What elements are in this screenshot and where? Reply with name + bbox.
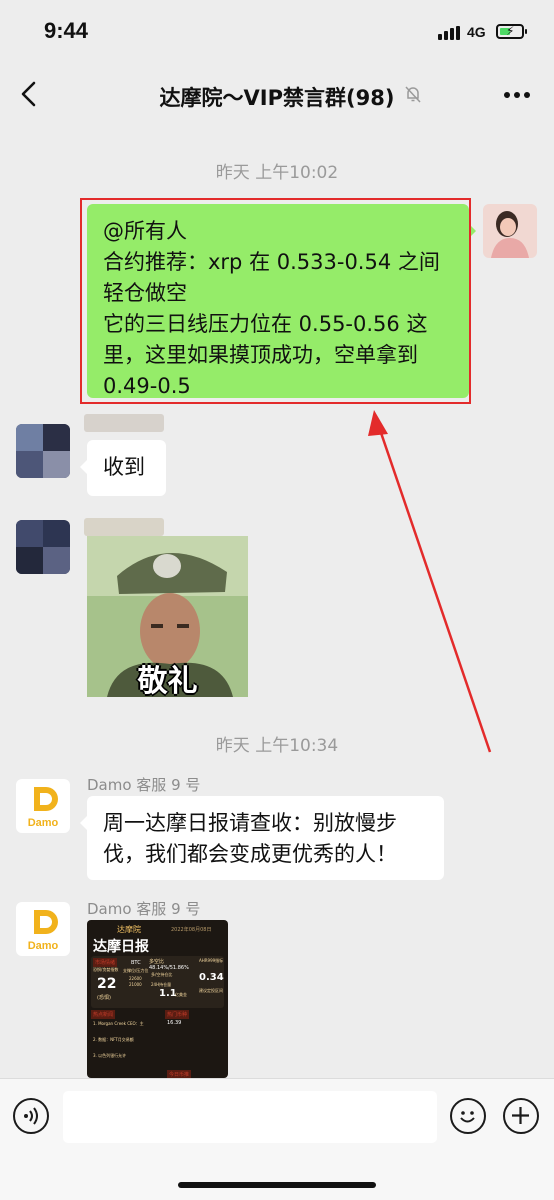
sender-name: Damo 客服 9 号 (87, 776, 201, 794)
reply-bubble[interactable]: 收到 (80, 440, 166, 496)
reply-text: 收到 (103, 455, 145, 479)
home-indicator (178, 1182, 376, 1188)
report-brand: 达摩院 (117, 925, 141, 934)
sticker-caption: 敬礼 (137, 664, 198, 697)
report-date: 2022年08月08日 (171, 927, 212, 933)
red-arrow-annotation (368, 410, 492, 753)
highlight-box (80, 198, 471, 404)
timestamp: 昨天 上午10:02 (215, 163, 339, 183)
network-label: 4G (467, 24, 486, 40)
service-bubble[interactable]: 周一达摩日报请查收：别放慢步 伐，我们都会变成更优秀的人！ (80, 796, 444, 880)
sender-name: Damo 客服 9 号 (87, 900, 201, 918)
member-avatar[interactable] (16, 424, 70, 478)
chat-header: 达摩院～VIP禁言群(98) (0, 62, 554, 124)
message-line: 伐，我们都会变成更优秀的人！ (103, 842, 397, 866)
sticker-image[interactable]: 敬礼 (87, 536, 248, 697)
message-input[interactable] (63, 1091, 437, 1143)
member-avatar[interactable] (16, 520, 70, 574)
own-avatar[interactable] (483, 204, 537, 258)
battery-icon: ⚡ (496, 24, 527, 39)
more-icon[interactable] (504, 92, 530, 98)
signal-icon (438, 26, 462, 40)
voice-icon[interactable] (13, 1098, 49, 1134)
svg-text:Damo: Damo (28, 940, 59, 952)
timestamp: 昨天 上午10:34 (215, 736, 339, 756)
daily-report-image[interactable]: 达摩院 2022年08月08日 达摩日报 市场情绪 恐惧/贪婪指数 22 (恐惧… (87, 920, 228, 1078)
damo-logo-icon[interactable]: Damo (16, 779, 70, 833)
chat-title: 达摩院～VIP禁言群(98) (159, 86, 395, 110)
status-bar: 9:44 4G ⚡ (0, 0, 554, 62)
emoji-icon[interactable] (450, 1098, 486, 1134)
mute-bell-icon (405, 86, 421, 103)
plus-icon[interactable] (503, 1098, 539, 1134)
svg-text:Damo: Damo (28, 817, 59, 829)
report-title: 达摩日报 (93, 939, 149, 955)
message-line: 周一达摩日报请查收：别放慢步 (103, 811, 397, 835)
damo-logo-icon[interactable]: Damo (16, 902, 70, 956)
sender-name-blurred (84, 518, 164, 536)
status-time: 9:44 (44, 18, 89, 43)
sender-name-blurred (84, 414, 164, 432)
